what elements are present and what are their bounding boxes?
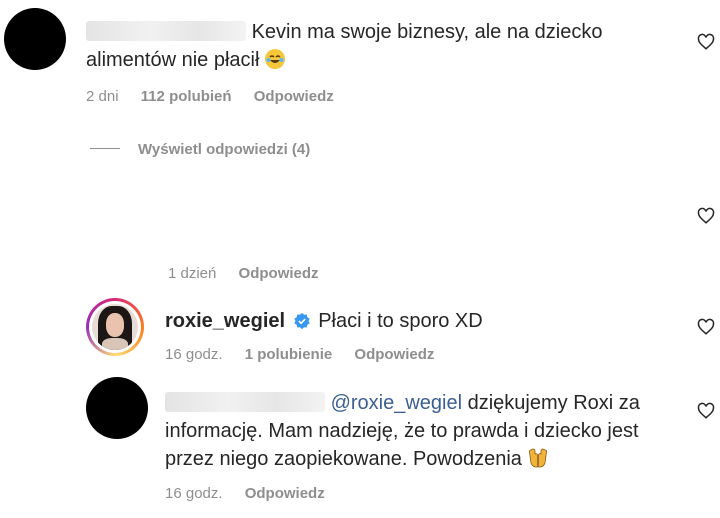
roxie-avatar[interactable] <box>86 298 144 356</box>
reply-button[interactable]: Odpowiedz <box>245 485 325 502</box>
likes-count[interactable]: 112 polubień <box>141 88 232 105</box>
redacted-username[interactable] <box>86 21 246 41</box>
heart-icon[interactable] <box>697 318 715 336</box>
reply-time: 1 dzień <box>168 265 217 282</box>
comment-avatar[interactable] <box>4 8 66 70</box>
verified-badge-icon <box>293 310 311 330</box>
heart-icon[interactable] <box>697 33 715 51</box>
divider-line <box>90 148 120 149</box>
likes-count[interactable]: 1 polubienie <box>245 346 333 363</box>
comment-meta: 2 dni 112 polubień Odpowiedz <box>86 88 352 105</box>
reply-avatar[interactable] <box>86 377 148 439</box>
praying-hands-emoji <box>527 446 549 468</box>
reply-time: 16 godz. <box>165 346 223 363</box>
view-replies-label[interactable]: Wyświetl odpowiedzi (4) <box>138 141 310 158</box>
reply-button[interactable]: Odpowiedz <box>354 346 434 363</box>
reply-button[interactable]: Odpowiedz <box>239 265 319 282</box>
reply-meta: 16 godz. Odpowiedz <box>165 485 343 502</box>
heart-icon[interactable] <box>697 402 715 420</box>
reply-time: 16 godz. <box>165 485 223 502</box>
comment-text: Płaci i to sporo XD <box>318 310 483 332</box>
comment-time: 2 dni <box>86 88 119 105</box>
reply-body: @roxie_wegiel dziękujemy Roxi za informa… <box>165 389 685 473</box>
view-replies-toggle[interactable]: Wyświetl odpowiedzi (4) <box>90 141 310 158</box>
heart-icon[interactable] <box>697 207 715 225</box>
tears-of-joy-emoji <box>264 49 285 69</box>
redacted-username[interactable] <box>165 392 325 412</box>
reply-button[interactable]: Odpowiedz <box>254 88 334 105</box>
roxie-comment: roxie_wegiel Płaci i to sporo XD <box>165 307 685 335</box>
reply-meta: 1 dzień Odpowiedz <box>168 265 337 282</box>
comment-body: Kevin ma swoje biznesy, ale na dziecko a… <box>86 18 646 74</box>
mention-link[interactable]: @roxie_wegiel <box>331 392 462 414</box>
roxie-meta: 16 godz. 1 polubienie Odpowiedz <box>165 346 452 363</box>
username-link[interactable]: roxie_wegiel <box>165 310 285 332</box>
